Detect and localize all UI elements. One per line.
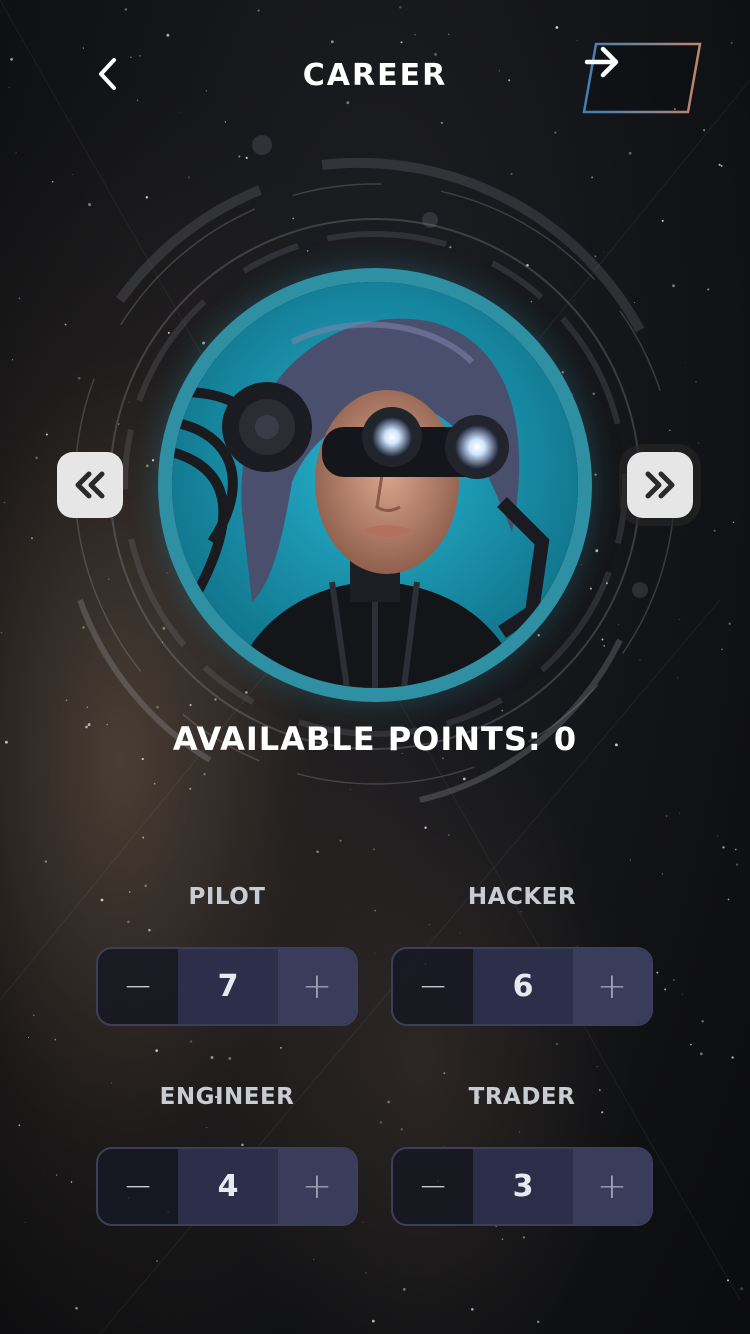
trader-stepper: − 3 + — [391, 1147, 653, 1226]
engineer-increment-button[interactable]: + — [278, 1149, 356, 1224]
trader-decrement-button[interactable]: − — [393, 1149, 473, 1224]
double-chevron-right-icon — [645, 471, 675, 499]
previous-character-button[interactable] — [57, 452, 123, 518]
hacker-decrement-button[interactable]: − — [393, 949, 473, 1024]
engineer-decrement-button[interactable]: − — [98, 1149, 178, 1224]
pilot-value: 7 — [178, 949, 278, 1024]
stat-label-pilot: PILOT — [188, 884, 266, 910]
next-button[interactable] — [582, 42, 702, 114]
pilot-decrement-button[interactable]: − — [98, 949, 178, 1024]
arrow-right-icon — [584, 46, 619, 78]
double-chevron-left-icon — [75, 471, 105, 499]
stat-label-trader: TRADER — [468, 1084, 576, 1110]
engineer-value: 4 — [178, 1149, 278, 1224]
next-character-button[interactable] — [627, 452, 693, 518]
character-portrait — [158, 268, 592, 702]
available-points-label: AVAILABLE POINTS: 0 — [172, 720, 578, 758]
trader-increment-button[interactable]: + — [573, 1149, 651, 1224]
hacker-value: 6 — [473, 949, 573, 1024]
hacker-increment-button[interactable]: + — [573, 949, 651, 1024]
trader-value: 3 — [473, 1149, 573, 1224]
hacker-stepper: − 6 + — [391, 947, 653, 1026]
engineer-stepper: − 4 + — [96, 1147, 358, 1226]
pilot-stepper: − 7 + — [96, 947, 358, 1026]
stat-label-hacker: HACKER — [467, 884, 577, 910]
pilot-increment-button[interactable]: + — [278, 949, 356, 1024]
stat-label-engineer: ENGINEER — [159, 1084, 295, 1110]
cyborg-avatar-image — [172, 282, 578, 688]
